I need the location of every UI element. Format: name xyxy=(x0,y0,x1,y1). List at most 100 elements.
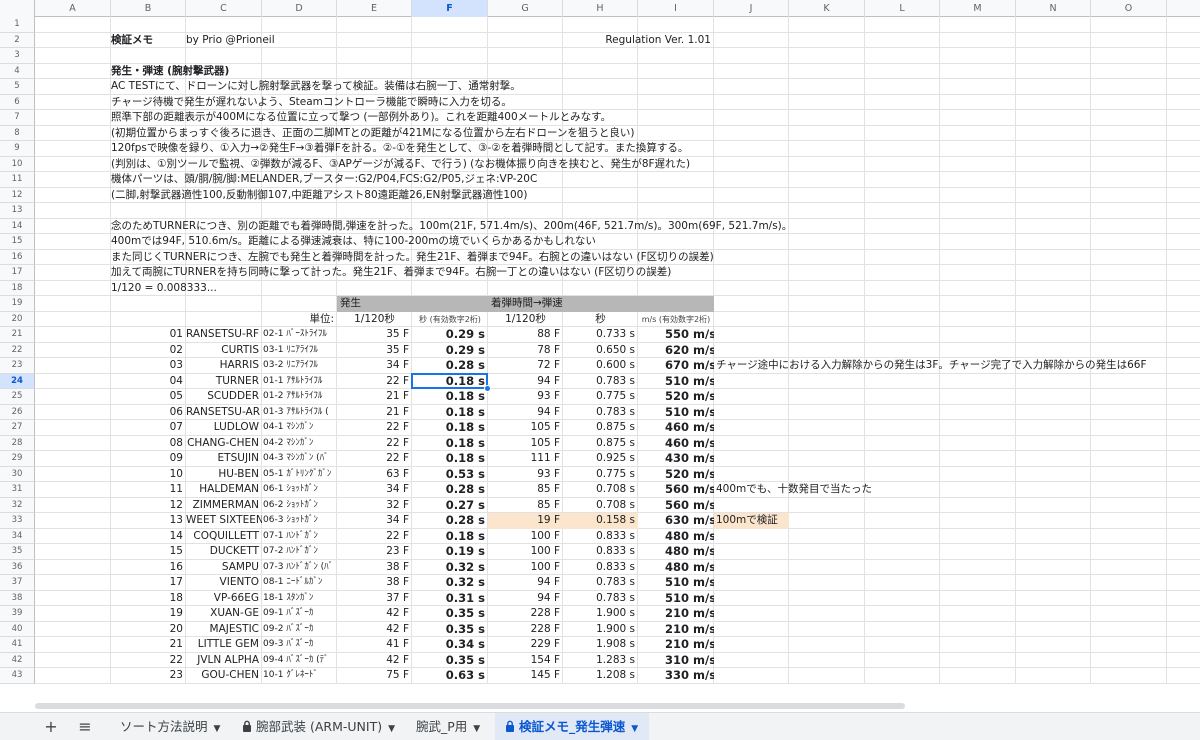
bullet-velocity[interactable]: 430 m/s xyxy=(638,451,714,467)
impact-seconds[interactable]: 0.733 s xyxy=(563,327,638,343)
hassei-frames[interactable]: 22 F xyxy=(337,451,412,467)
hassei-seconds[interactable]: 0.27 s xyxy=(412,498,488,514)
weapon-name[interactable]: XUAN-GE xyxy=(186,606,262,622)
bullet-velocity[interactable]: 520 m/s xyxy=(638,389,714,405)
impact-seconds[interactable]: 0.158 s xyxy=(563,513,638,529)
hassei-seconds[interactable]: 0.18 s xyxy=(412,451,488,467)
impact-frames[interactable]: 85 F xyxy=(488,498,563,514)
row-number[interactable]: 14 xyxy=(0,218,35,234)
group-header-hassei[interactable]: 発生 xyxy=(337,296,488,312)
weapon-name[interactable]: RANSETSU-RF xyxy=(186,327,262,343)
author-credit[interactable]: by Prio @Prioneil xyxy=(186,33,337,49)
row-number[interactable]: 3 xyxy=(0,48,35,64)
weapon-name[interactable]: TURNER xyxy=(186,374,262,390)
impact-seconds[interactable]: 1.208 s xyxy=(563,668,638,684)
row-number[interactable]: 41 xyxy=(0,637,35,653)
row-number[interactable]: 29 xyxy=(0,451,35,467)
weapon-category[interactable]: 01-3 ｱｻﾙﾄﾗｲﾌﾙ ( xyxy=(262,405,337,421)
impact-seconds[interactable]: 0.708 s xyxy=(563,482,638,498)
row-number[interactable]: 35 xyxy=(0,544,35,560)
row-number[interactable]: 6 xyxy=(0,94,35,110)
note-text[interactable]: AC TESTにて、ドローンに対し腕射撃武器を撃って検証。装備は右腕一丁、通常射… xyxy=(111,79,1111,95)
row-number[interactable]: 11 xyxy=(0,172,35,188)
weapon-name[interactable]: RANSETSU-AR xyxy=(186,405,262,421)
impact-frames[interactable]: 19 F xyxy=(488,513,563,529)
weapon-category[interactable]: 09-1 ﾊﾞｽﾞｰｶ xyxy=(262,606,337,622)
row-number[interactable]: 4 xyxy=(0,63,35,79)
weapon-number[interactable]: 21 xyxy=(111,637,186,653)
hassei-frames[interactable]: 22 F xyxy=(337,374,412,390)
impact-frames[interactable]: 105 F xyxy=(488,420,563,436)
sheet-tab[interactable]: ソート方法説明 ▼ xyxy=(110,713,228,740)
row-number[interactable]: 25 xyxy=(0,389,35,405)
row-number[interactable]: 37 xyxy=(0,575,35,591)
hassei-seconds[interactable]: 0.18 s xyxy=(412,389,488,405)
impact-seconds[interactable]: 0.600 s xyxy=(563,358,638,374)
bullet-velocity[interactable]: 560 m/s xyxy=(638,482,714,498)
impact-seconds[interactable]: 1.908 s xyxy=(563,637,638,653)
row-number[interactable]: 15 xyxy=(0,234,35,250)
weapon-category[interactable]: 07-2 ﾊﾝﾄﾞｶﾞﾝ xyxy=(262,544,337,560)
row-note[interactable]: 100mで検証 xyxy=(714,513,789,529)
impact-frames[interactable]: 100 F xyxy=(488,560,563,576)
hassei-seconds[interactable]: 0.35 s xyxy=(412,606,488,622)
bullet-velocity[interactable]: 310 m/s xyxy=(638,653,714,669)
row-number[interactable]: 21 xyxy=(0,327,35,343)
impact-frames[interactable]: 93 F xyxy=(488,389,563,405)
weapon-name[interactable]: LITTLE GEM xyxy=(186,637,262,653)
bullet-velocity[interactable]: 210 m/s xyxy=(638,637,714,653)
unit-frame[interactable]: 1/120秒 xyxy=(337,312,412,328)
weapon-name[interactable]: LUDLOW xyxy=(186,420,262,436)
row-number[interactable]: 8 xyxy=(0,125,35,141)
impact-seconds[interactable]: 0.708 s xyxy=(563,498,638,514)
group-header-chakudan[interactable]: 着弾時間→弾速 xyxy=(488,296,714,312)
hassei-seconds[interactable]: 0.35 s xyxy=(412,653,488,669)
bullet-velocity[interactable]: 670 m/s xyxy=(638,358,714,374)
bullet-velocity[interactable]: 510 m/s xyxy=(638,591,714,607)
sheet-title[interactable]: 検証メモ xyxy=(111,33,186,49)
hassei-seconds[interactable]: 0.29 s xyxy=(412,343,488,359)
column-header[interactable]: C xyxy=(186,0,262,17)
row-number[interactable]: 18 xyxy=(0,280,35,296)
impact-seconds[interactable]: 0.833 s xyxy=(563,529,638,545)
hassei-seconds[interactable]: 0.18 s xyxy=(412,405,488,421)
row-number[interactable]: 27 xyxy=(0,420,35,436)
weapon-name[interactable]: COQUILLETT xyxy=(186,529,262,545)
bullet-velocity[interactable]: 550 m/s xyxy=(638,327,714,343)
hassei-seconds[interactable]: 0.18 s xyxy=(412,420,488,436)
weapon-name[interactable]: WEET SIXTEEN xyxy=(186,513,262,529)
impact-seconds[interactable]: 0.875 s xyxy=(563,436,638,452)
row-number[interactable]: 23 xyxy=(0,358,35,374)
weapon-category[interactable]: 10-1 ｸﾞﾚﾈｰﾄﾞ xyxy=(262,668,337,684)
bullet-velocity[interactable]: 520 m/s xyxy=(638,467,714,483)
row-number[interactable]: 36 xyxy=(0,559,35,575)
hassei-seconds[interactable]: 0.34 s xyxy=(412,637,488,653)
weapon-number[interactable]: 09 xyxy=(111,451,186,467)
weapon-name[interactable]: GOU-CHEN xyxy=(186,668,262,684)
hassei-frames[interactable]: 38 F xyxy=(337,575,412,591)
weapon-category[interactable]: 09-2 ﾊﾞｽﾞｰｶ xyxy=(262,622,337,638)
spreadsheet-grid[interactable]: ABCDEFGHIJKLMNO 1 2 検証メモ by Prio @Prioneil R… xyxy=(0,0,1200,712)
sheet-tab[interactable]: 検証メモ_発生弾速 ▼ xyxy=(495,713,649,740)
bullet-velocity[interactable]: 210 m/s xyxy=(638,606,714,622)
impact-frames[interactable]: 154 F xyxy=(488,653,563,669)
impact-frames[interactable]: 72 F xyxy=(488,358,563,374)
column-header[interactable]: A xyxy=(35,0,111,17)
impact-frames[interactable]: 145 F xyxy=(488,668,563,684)
row-number[interactable]: 20 xyxy=(0,311,35,327)
impact-seconds[interactable]: 0.925 s xyxy=(563,451,638,467)
weapon-number[interactable]: 13 xyxy=(111,513,186,529)
hassei-seconds[interactable]: 0.32 s xyxy=(412,575,488,591)
hassei-frames[interactable]: 42 F xyxy=(337,653,412,669)
row-number[interactable]: 2 xyxy=(0,32,35,48)
note-text[interactable]: (初期位置からまっすぐ後ろに退き、正面の二脚MTとの距離が421Mになる位置から… xyxy=(111,126,1111,142)
column-header[interactable]: O xyxy=(1091,0,1167,17)
hassei-frames[interactable]: 41 F xyxy=(337,637,412,653)
chevron-down-icon[interactable]: ▼ xyxy=(388,724,395,734)
note-text[interactable]: 1/120 = 0.008333... xyxy=(111,281,1111,297)
hassei-seconds[interactable]: 0.28 s xyxy=(412,482,488,498)
weapon-category[interactable]: 06-1 ｼｮｯﾄｶﾞﾝ xyxy=(262,482,337,498)
weapon-number[interactable]: 15 xyxy=(111,544,186,560)
bullet-velocity[interactable]: 480 m/s xyxy=(638,529,714,545)
hassei-seconds[interactable]: 0.18 s xyxy=(412,436,488,452)
